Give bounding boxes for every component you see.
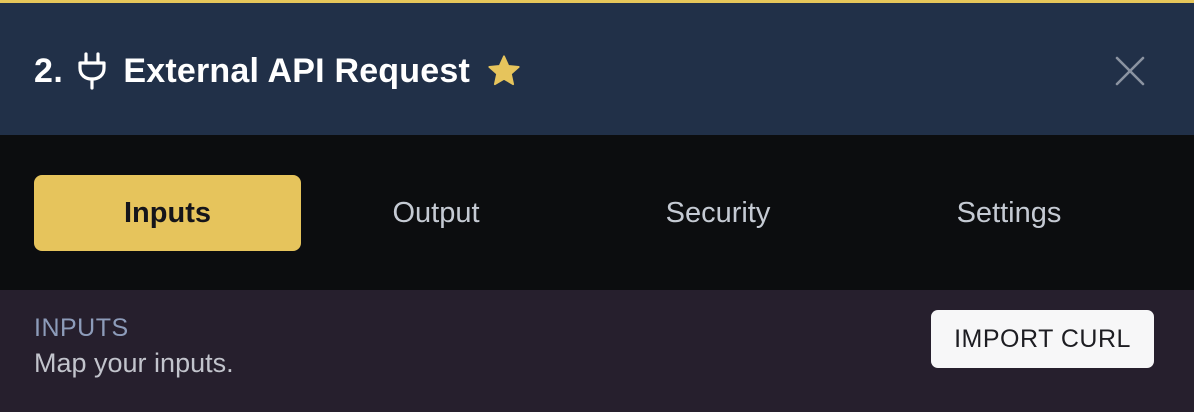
close-button[interactable] <box>1112 53 1148 89</box>
inputs-section: INPUTS Map your inputs. IMPORT CURL <box>0 290 1194 412</box>
close-icon <box>1115 56 1145 86</box>
step-panel: 2. External API Request Inputs Output Se… <box>0 0 1194 412</box>
tab-output[interactable]: Output <box>320 175 552 251</box>
plug-icon <box>77 52 107 90</box>
tab-settings[interactable]: Settings <box>880 175 1138 251</box>
import-curl-button[interactable]: IMPORT CURL <box>931 310 1154 368</box>
step-number: 2. <box>34 51 64 90</box>
tab-bar: Inputs Output Security Settings <box>0 135 1194 290</box>
step-title: External API Request <box>123 51 470 90</box>
tab-security[interactable]: Security <box>600 175 836 251</box>
star-icon[interactable] <box>486 53 522 89</box>
tab-inputs[interactable]: Inputs <box>34 175 301 251</box>
section-heading: INPUTS <box>34 314 129 342</box>
section-description: Map your inputs. <box>34 348 234 378</box>
panel-title: 2. External API Request <box>34 47 522 95</box>
panel-header: 2. External API Request <box>0 0 1194 135</box>
